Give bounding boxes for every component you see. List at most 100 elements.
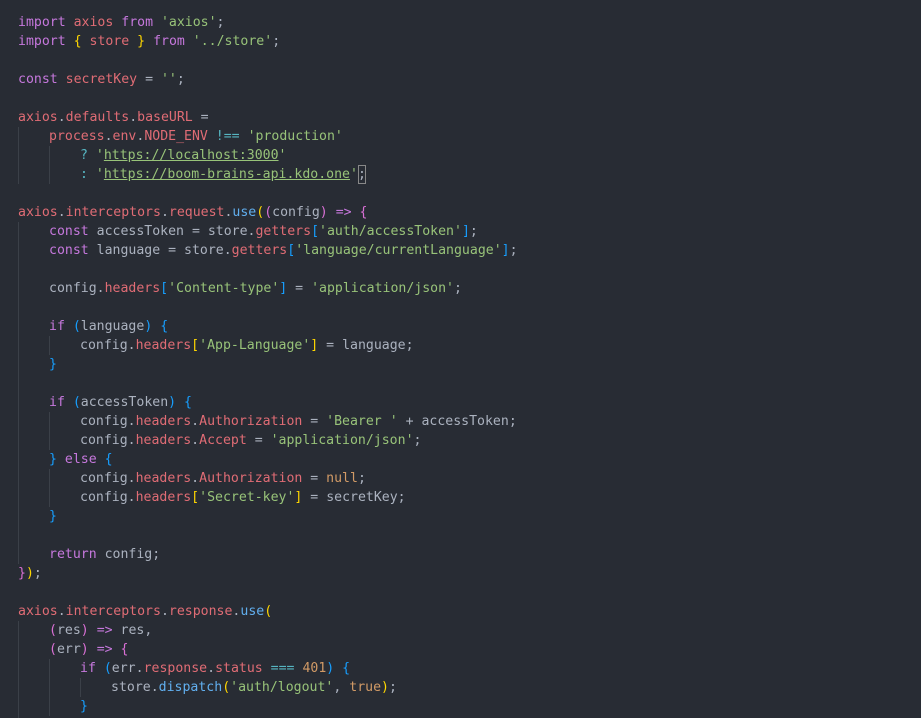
code-token: accessToken (421, 414, 509, 429)
code-token: baseURL (137, 110, 193, 125)
code-token: 'application/json' (270, 433, 414, 448)
code-line[interactable] (0, 374, 921, 393)
indent-guide (49, 146, 50, 165)
code-token: . (191, 471, 200, 486)
code-token: ( (256, 205, 265, 220)
code-token: ( (49, 623, 57, 638)
code-line[interactable]: ? 'https://localhost:3000' (0, 146, 921, 165)
code-line[interactable]: if (language) { (0, 317, 921, 336)
indent-guide (18, 621, 19, 640)
cursor-highlight: ; (357, 165, 366, 184)
indent-guide (18, 469, 19, 488)
code-line[interactable]: const secretKey = ''; (0, 70, 921, 89)
code-line[interactable]: axios.interceptors.response.use( (0, 602, 921, 621)
indent-guide (18, 659, 19, 678)
indent-guide (18, 450, 19, 469)
code-token: language (96, 243, 161, 258)
code-line[interactable]: import axios from 'axios'; (0, 13, 921, 32)
code-token: config (80, 471, 128, 486)
code-line[interactable]: config.headers.Accept = 'application/jso… (0, 431, 921, 450)
indent-guide (18, 507, 19, 526)
code-token: ) (168, 395, 177, 410)
code-line[interactable]: config.headers['App-Language'] = languag… (0, 336, 921, 355)
code-token: { (160, 319, 169, 334)
code-line[interactable]: store.dispatch('auth/logout', true); (0, 678, 921, 697)
code-line[interactable]: (res) => res, (0, 621, 921, 640)
code-token: . (57, 205, 66, 220)
code-token: err (56, 642, 81, 657)
code-line[interactable]: } (0, 507, 921, 526)
code-token: defaults (65, 110, 130, 125)
code-token: + (397, 414, 422, 429)
code-line[interactable]: process.env.NODE_ENV !== 'production' (0, 127, 921, 146)
code-token: . (207, 661, 216, 676)
code-token: ) (25, 566, 34, 581)
code-token: headers (135, 433, 192, 448)
code-token: res (56, 623, 81, 638)
code-token: . (127, 433, 136, 448)
code-line[interactable]: const accessToken = store.getters['auth/… (0, 222, 921, 241)
code-token: axios (18, 205, 58, 220)
code-token: ( (222, 680, 231, 695)
code-line[interactable] (0, 184, 921, 203)
code-line[interactable] (0, 260, 921, 279)
code-line[interactable]: config.headers['Content-type'] = 'applic… (0, 279, 921, 298)
code-editor[interactable]: import axios from 'axios'; import { store… (0, 0, 921, 718)
code-token: axios (18, 110, 58, 125)
code-lines[interactable]: import axios from 'axios'; import { store… (0, 0, 921, 718)
code-line[interactable]: } (0, 355, 921, 374)
code-line[interactable]: if (err.response.status === 401) { (0, 659, 921, 678)
code-line[interactable] (0, 583, 921, 602)
code-line[interactable]: return config; (0, 545, 921, 564)
code-token: , (333, 680, 350, 695)
code-line[interactable]: : 'https://boom-brains-api.kdo.one'; (0, 165, 921, 184)
code-token: . (150, 680, 159, 695)
code-line[interactable]: axios.interceptors.request.use((config) … (0, 203, 921, 222)
code-line[interactable] (0, 298, 921, 317)
code-line[interactable]: } else { (0, 450, 921, 469)
code-line[interactable] (0, 526, 921, 545)
code-line[interactable]: config.headers['Secret-key'] = secretKey… (0, 488, 921, 507)
code-token: !== (215, 129, 240, 144)
indent-guide (18, 488, 19, 507)
code-line[interactable]: }); (0, 564, 921, 583)
code-line[interactable] (0, 89, 921, 108)
code-line[interactable]: config.headers.Authorization = null; (0, 469, 921, 488)
indent-guide (49, 697, 50, 716)
code-token: ; (508, 414, 517, 429)
code-token: config (80, 338, 128, 353)
code-line[interactable]: axios.defaults.baseURL = (0, 108, 921, 127)
code-token: 'auth/accessToken' (319, 224, 462, 239)
code-token: . (127, 471, 136, 486)
code-token: status (215, 661, 263, 676)
code-token: interceptors (65, 205, 161, 220)
code-line[interactable]: const language = store.getters['language… (0, 241, 921, 260)
code-token: err (111, 661, 136, 676)
code-token: } (18, 566, 26, 581)
code-token: ) (80, 642, 89, 657)
indent-guide (49, 431, 50, 450)
code-token: const (18, 72, 58, 87)
code-line[interactable]: import { store } from '../store'; (0, 32, 921, 51)
code-line[interactable]: config.headers.Authorization = 'Bearer '… (0, 412, 921, 431)
code-line[interactable] (0, 51, 921, 70)
code-token: { (359, 205, 368, 220)
code-token: . (135, 661, 144, 676)
code-token: => (335, 205, 352, 220)
indent-guide (49, 488, 50, 507)
code-token: { (120, 642, 129, 657)
code-line[interactable] (0, 0, 921, 13)
code-line[interactable]: } (0, 697, 921, 716)
code-line[interactable]: if (accessToken) { (0, 393, 921, 412)
code-token: Authorization (199, 471, 303, 486)
code-token: { (73, 34, 82, 49)
code-token: . (129, 110, 138, 125)
code-line[interactable]: (err) => { (0, 640, 921, 659)
code-token: . (160, 604, 169, 619)
